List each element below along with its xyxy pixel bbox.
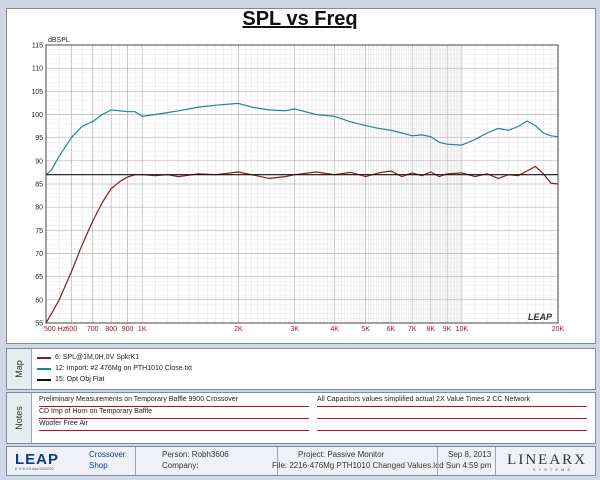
grid bbox=[45, 44, 559, 324]
date-text: Sep 8, 2013 bbox=[448, 450, 492, 459]
y-tick-label: 60 bbox=[35, 297, 43, 304]
x-tick-label: 9K bbox=[443, 326, 452, 333]
x-tick-label: 8K bbox=[427, 326, 436, 333]
note-rule bbox=[317, 430, 587, 431]
map-side-tab[interactable]: Map bbox=[7, 349, 32, 389]
x-tick-labels: 500 Hz 600 700 800 900 1K 2K 3K 4K 5K 6K 7K 8K 9K 10K 2… bbox=[44, 326, 565, 333]
person-cell: Person: Robh3606 Company: bbox=[135, 447, 262, 475]
x-tick-label: 800 bbox=[105, 326, 117, 333]
map-entry-swatch bbox=[37, 356, 51, 359]
y-tick-labels: 115 110 105 100 95 90 85 80 75 70 65 60 55 bbox=[31, 43, 43, 328]
map-entry-label: 15: Opt Obj Flat bbox=[55, 376, 105, 383]
map-side-label: Map bbox=[14, 360, 24, 378]
y-tick-label: 115 bbox=[32, 43, 43, 50]
y-axis-label: dBSPL bbox=[48, 37, 70, 44]
time-text: Sun 4:59 pm bbox=[446, 461, 492, 470]
linearx-sub: SYSTEMS bbox=[532, 467, 573, 472]
note-rule bbox=[39, 430, 309, 431]
spl-chart: 115 110 105 100 95 90 85 80 75 70 65 60 55 500 Hz 600… bbox=[31, 37, 565, 333]
module-name-2: Shop bbox=[89, 461, 108, 470]
y-tick-label: 90 bbox=[35, 158, 43, 165]
map-entry-swatch bbox=[37, 367, 51, 370]
x-tick-label: 7K bbox=[408, 326, 417, 333]
date-cell: Sep 8, 2013 Sun 4:59 pm bbox=[437, 447, 496, 475]
note-rule bbox=[317, 406, 587, 407]
y-tick-label: 95 bbox=[35, 135, 43, 142]
leap-version: E X 5.XX Apr/29/2007 bbox=[15, 466, 54, 471]
y-tick-label: 85 bbox=[35, 182, 43, 189]
x-tick-label: 600 bbox=[65, 326, 77, 333]
y-tick-label: 65 bbox=[35, 274, 43, 281]
note-line[interactable]: CD Imp of Horn on Temporary Baffle bbox=[39, 408, 152, 415]
series-line bbox=[45, 102, 559, 176]
x-tick-label: 5K bbox=[361, 326, 370, 333]
y-tick-label: 80 bbox=[35, 205, 43, 212]
note-rule bbox=[39, 406, 309, 407]
note-line[interactable]: Preliminary Measurements on Temporary Ba… bbox=[39, 396, 238, 403]
x-tick-label: 3K bbox=[290, 326, 299, 333]
notes-side-label: Notes bbox=[14, 406, 24, 430]
module-name-1: Crossover bbox=[89, 450, 126, 459]
footer-bar: LEAP E X 5.XX Apr/29/2007 Crossover Shop… bbox=[6, 446, 596, 476]
notes-side-tab[interactable]: Notes bbox=[7, 393, 32, 443]
y-tick-label: 70 bbox=[35, 251, 43, 258]
map-entry-label: 6: SPL@1M,0H,0V SpkrK1 bbox=[55, 354, 140, 361]
y-tick-label: 100 bbox=[31, 112, 43, 119]
notes-panel: Notes Preliminary Measurements on Tempor… bbox=[6, 392, 596, 444]
map-entry-label: 12: Import: #2 476Mg on PTH1010 Close.tx… bbox=[55, 365, 192, 372]
map-entry[interactable]: 15: Opt Obj Flat bbox=[37, 376, 104, 383]
project-cell: Project: Passive Monitor File: 2216-476M… bbox=[272, 447, 444, 475]
x-tick-label: 500 Hz bbox=[44, 326, 67, 333]
x-tick-label: 2K bbox=[234, 326, 243, 333]
map-entry-swatch bbox=[37, 378, 51, 381]
note-rule bbox=[317, 418, 587, 419]
note-rule bbox=[39, 418, 309, 419]
y-tick-label: 55 bbox=[35, 321, 43, 328]
series-lines bbox=[45, 102, 559, 324]
x-tick-label: 10K bbox=[456, 326, 469, 333]
watermark: LEAP bbox=[528, 312, 553, 322]
file-text: File: 2216-476Mg PTH1010 Changed Values.… bbox=[272, 461, 444, 470]
y-tick-label: 75 bbox=[35, 228, 43, 235]
note-line[interactable]: All Capacitors values simplified actual … bbox=[317, 396, 530, 403]
x-tick-label: 1K bbox=[138, 326, 147, 333]
map-entry[interactable]: 6: SPL@1M,0H,0V SpkrK1 bbox=[37, 354, 139, 361]
x-tick-label: 4K bbox=[330, 326, 339, 333]
y-tick-label: 110 bbox=[32, 66, 43, 73]
x-tick-label: 900 bbox=[122, 326, 134, 333]
map-panel: Map 6: SPL@1M,0H,0V SpkrK1 12: Import: #… bbox=[6, 348, 596, 390]
company-text: Company: bbox=[162, 461, 199, 470]
map-entry[interactable]: 12: Import: #2 476Mg on PTH1010 Close.tx… bbox=[37, 365, 192, 372]
note-line[interactable]: Woofer Free Air bbox=[39, 420, 88, 427]
x-tick-label: 6K bbox=[387, 326, 396, 333]
y-tick-label: 105 bbox=[31, 89, 43, 96]
x-tick-label: 700 bbox=[87, 326, 99, 333]
x-tick-label: 20K bbox=[552, 326, 565, 333]
project-text: Project: Passive Monitor bbox=[298, 450, 385, 459]
person-text: Person: Robh3606 bbox=[162, 450, 229, 459]
